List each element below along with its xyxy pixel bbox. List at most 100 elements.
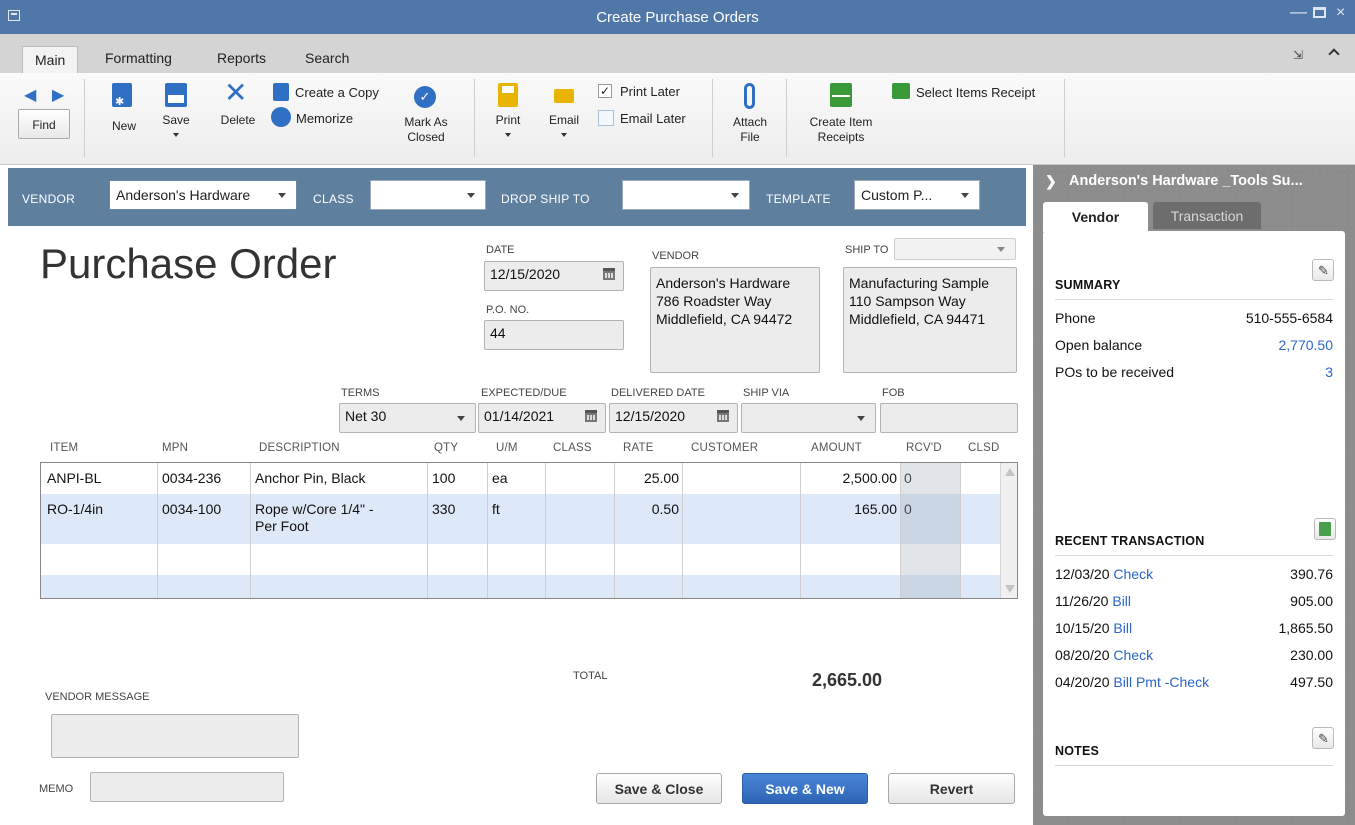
column-header-item[interactable]: ITEM: [50, 442, 78, 454]
column-header-customer[interactable]: CUSTOMER: [691, 442, 758, 454]
transaction-date: 11/26/20: [1055, 593, 1109, 609]
tab-vendor[interactable]: Vendor: [1043, 202, 1148, 232]
collapse-ribbon-icon[interactable]: [1328, 48, 1340, 60]
receipts-boxes-icon: [830, 83, 852, 107]
previous-arrow-icon[interactable]: ◀: [24, 85, 36, 105]
ship-via-select[interactable]: [741, 403, 876, 433]
transaction-type-link[interactable]: Bill: [1113, 620, 1132, 636]
table-row[interactable]: RO-1/4in 0034-100 Rope w/Core 1/4" - Per…: [41, 494, 1000, 544]
template-combo[interactable]: Custom P...: [854, 180, 980, 210]
print-button[interactable]: Print: [488, 81, 528, 153]
save-close-button[interactable]: Save & Close: [596, 773, 722, 804]
edit-notes-button[interactable]: ✎: [1312, 727, 1334, 749]
save-disk-icon: [165, 83, 187, 107]
ship-to-address-field[interactable]: Manufacturing Sample 110 Sampson Way Mid…: [843, 267, 1017, 373]
side-panel-content: SUMMARY ✎ Phone 510-555-6584 Open balanc…: [1043, 231, 1345, 816]
save-button[interactable]: Save: [158, 83, 198, 153]
select-items-receipt-button[interactable]: Select Items Receipt: [892, 83, 1062, 103]
recent-transaction-row[interactable]: 10/15/20 Bill 1,865.50: [1055, 620, 1333, 636]
delivered-date-field[interactable]: 12/15/2020: [609, 403, 738, 433]
transaction-type-link[interactable]: Bill Pmt -Check: [1113, 674, 1209, 690]
column-header-class[interactable]: CLASS: [553, 442, 592, 454]
item-cell: ANPI-BL: [47, 470, 102, 486]
column-header-rcvd[interactable]: RCV'D: [906, 442, 942, 454]
column-header-clsd[interactable]: CLSD: [968, 442, 999, 454]
vendor-message-field[interactable]: [51, 714, 299, 758]
pencil-icon: ✎: [1318, 731, 1329, 746]
scroll-up-icon[interactable]: [1005, 468, 1015, 476]
pencil-icon: ✎: [1318, 263, 1329, 278]
save-new-button[interactable]: Save & New: [742, 773, 868, 804]
table-row[interactable]: [41, 575, 1000, 598]
column-header-um[interactable]: U/M: [496, 442, 518, 454]
vendor-address-field[interactable]: Anderson's Hardware 786 Roadster Way Mid…: [650, 267, 820, 373]
new-button[interactable]: ✱ New: [108, 83, 140, 143]
transaction-type-link[interactable]: Check: [1113, 647, 1153, 663]
recent-transaction-row[interactable]: 08/20/20 Check 230.00: [1055, 647, 1333, 663]
mark-as-closed-button[interactable]: ✓ Mark As Closed: [396, 83, 456, 155]
pos-to-receive-link[interactable]: 3: [1325, 364, 1333, 380]
tab-search[interactable]: Search: [305, 50, 349, 66]
expected-due-field[interactable]: 01/14/2021: [478, 403, 606, 433]
tab-reports[interactable]: Reports: [217, 50, 266, 66]
quick-report-button[interactable]: [1314, 518, 1336, 540]
terms-select[interactable]: Net 30: [339, 403, 476, 433]
table-row[interactable]: ANPI-BL 0034-236 Anchor Pin, Black 100 e…: [41, 463, 1000, 494]
column-header-description[interactable]: DESCRIPTION: [259, 442, 340, 454]
tab-transaction[interactable]: Transaction: [1153, 202, 1261, 229]
po-number-field[interactable]: 44: [484, 320, 624, 350]
save-dropdown-icon: [173, 133, 179, 137]
revert-button[interactable]: Revert: [888, 773, 1015, 804]
email-later-checkbox[interactable]: Email Later: [598, 109, 708, 129]
fob-field[interactable]: [880, 403, 1018, 433]
column-header-mpn[interactable]: MPN: [162, 442, 188, 454]
transaction-type-link[interactable]: Check: [1113, 566, 1153, 582]
print-later-check-icon: ✓: [598, 84, 612, 98]
drop-ship-to-combo[interactable]: [622, 180, 750, 210]
minimize-icon[interactable]: —: [1290, 2, 1307, 22]
vendor-combo[interactable]: Anderson's Hardware: [109, 180, 297, 210]
item-cell: RO-1/4in: [47, 501, 104, 517]
recent-transaction-row[interactable]: 11/26/20 Bill 905.00: [1055, 593, 1333, 609]
delete-button[interactable]: ✕ Delete: [216, 79, 260, 139]
summary-heading: SUMMARY: [1055, 278, 1121, 292]
delivered-calendar-icon[interactable]: [717, 410, 729, 422]
title-bar: Create Purchase Orders — ×: [0, 0, 1355, 34]
column-header-amount[interactable]: AMOUNT: [811, 442, 862, 454]
expand-icon[interactable]: ⇲: [1293, 48, 1303, 62]
attach-file-button[interactable]: Attach File: [724, 83, 776, 155]
maximize-icon[interactable]: [1313, 7, 1326, 18]
find-button[interactable]: Find: [18, 109, 70, 139]
column-header-rate[interactable]: RATE: [623, 442, 654, 454]
create-purchase-orders-window: Create Purchase Orders — × Main Formatti…: [0, 0, 1355, 825]
vendor-address-line: Anderson's Hardware: [656, 275, 791, 291]
date-field[interactable]: 12/15/2020: [484, 261, 624, 291]
ship-to-address-line: 110 Sampson Way: [849, 293, 966, 309]
create-item-receipts-button[interactable]: Create Item Receipts: [796, 81, 886, 155]
email-button[interactable]: Email: [544, 81, 584, 153]
transaction-amount: 497.50: [1290, 674, 1333, 690]
class-combo[interactable]: [370, 180, 486, 210]
checkmark-icon: ✓: [414, 86, 436, 108]
next-arrow-icon[interactable]: ▶: [52, 85, 64, 105]
memo-field[interactable]: [90, 772, 284, 802]
tab-formatting[interactable]: Formatting: [105, 50, 172, 66]
transaction-type-link[interactable]: Bill: [1112, 593, 1131, 609]
ship-to-label: SHIP TO: [845, 244, 889, 256]
print-later-checkbox[interactable]: ✓ Print Later: [598, 83, 708, 103]
ship-to-select[interactable]: [894, 238, 1016, 260]
table-row[interactable]: [41, 544, 1000, 575]
open-balance-link[interactable]: 2,770.50: [1279, 337, 1334, 353]
scroll-down-icon[interactable]: [1005, 585, 1015, 593]
close-icon[interactable]: ×: [1336, 4, 1345, 22]
expected-calendar-icon[interactable]: [585, 410, 597, 422]
tab-main[interactable]: Main: [22, 46, 79, 74]
date-calendar-icon[interactable]: [603, 268, 615, 280]
transaction-date: 04/20/20: [1055, 674, 1110, 690]
recent-transaction-row[interactable]: 12/03/20 Check 390.76: [1055, 566, 1333, 582]
column-header-qty[interactable]: QTY: [434, 442, 458, 454]
table-scrollbar[interactable]: [1000, 463, 1017, 598]
recent-transaction-row[interactable]: 04/20/20 Bill Pmt -Check 497.50: [1055, 674, 1333, 690]
edit-vendor-button[interactable]: ✎: [1312, 259, 1334, 281]
side-panel-expand-icon[interactable]: ❯: [1045, 173, 1057, 190]
